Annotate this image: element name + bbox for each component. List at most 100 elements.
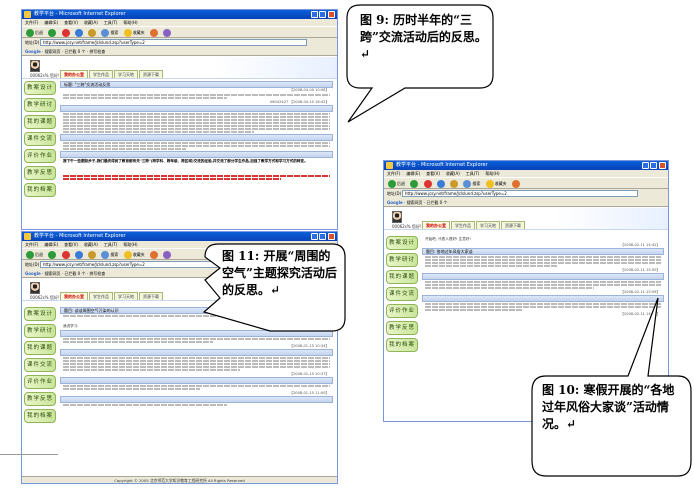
address-input[interactable]: http://www.jcsy.net/frame/Jclslund.zsp?u… xyxy=(40,39,307,46)
menu-help[interactable]: 帮助(H) xyxy=(123,242,137,247)
menu-favorites[interactable]: 收藏(A) xyxy=(84,242,98,247)
sidebar-item-homework[interactable]: 评价作业 xyxy=(386,304,418,318)
menu-edit[interactable]: 编辑(E) xyxy=(44,242,58,247)
close-button[interactable] xyxy=(328,233,335,240)
menu-view[interactable]: 查看(V) xyxy=(426,171,440,176)
menu-tools[interactable]: 工具(T) xyxy=(104,20,118,25)
menu-tools[interactable]: 工具(T) xyxy=(466,171,480,176)
stop-icon[interactable] xyxy=(61,29,70,37)
sidebar-item-archive[interactable]: 我的档案 xyxy=(24,409,56,423)
google-spellcheck[interactable]: 拼写检查 xyxy=(89,271,105,276)
forward-icon[interactable] xyxy=(48,29,57,37)
ie-icon xyxy=(386,162,393,169)
tab-download[interactable]: 资源下载 xyxy=(501,221,525,229)
google-logo: Google xyxy=(387,200,403,205)
sidebar-item-archive[interactable]: 我的档案 xyxy=(386,338,418,352)
tab-download[interactable]: 资源下载 xyxy=(139,70,163,78)
sidebar-item-reflection[interactable]: 教学反思 xyxy=(386,321,418,335)
home-icon[interactable] xyxy=(88,251,97,259)
sidebar-item-courseware[interactable]: 课件交流 xyxy=(24,132,56,146)
back-icon[interactable] xyxy=(388,180,396,188)
favorites-star-icon[interactable] xyxy=(123,29,132,37)
menu-file[interactable]: 文件(F) xyxy=(25,242,38,247)
tab-study[interactable]: 学习天地 xyxy=(476,221,500,229)
mail-icon[interactable] xyxy=(163,29,172,37)
google-search-web[interactable]: 搜索网页 xyxy=(45,49,61,54)
menu-view[interactable]: 查看(V) xyxy=(64,20,78,25)
sidebar-item-reflection[interactable]: 教学反思 xyxy=(24,392,56,406)
sidebar-item-my-topic[interactable]: 我的课题 xyxy=(386,270,418,284)
menu-edit[interactable]: 编辑(E) xyxy=(406,171,420,176)
search-icon[interactable] xyxy=(101,251,110,259)
close-button[interactable] xyxy=(659,162,666,169)
media-icon[interactable] xyxy=(149,251,158,259)
tab-download[interactable]: 资源下载 xyxy=(139,292,163,300)
minimize-button[interactable] xyxy=(311,11,318,18)
search-icon[interactable] xyxy=(101,29,110,37)
refresh-icon[interactable] xyxy=(436,180,445,188)
menu-edit[interactable]: 编辑(E) xyxy=(44,20,58,25)
refresh-icon[interactable] xyxy=(74,29,83,37)
tab-student-work[interactable]: 学生作品 xyxy=(451,221,475,229)
tab-study[interactable]: 学习天地 xyxy=(114,70,138,78)
google-blocked[interactable]: 已拦截 0 个 xyxy=(426,200,447,205)
sidebar-item-courseware[interactable]: 课件交流 xyxy=(24,358,56,372)
tab-office[interactable]: 我的办公室 xyxy=(60,70,88,78)
media-icon[interactable] xyxy=(511,180,520,188)
stop-icon[interactable] xyxy=(423,180,432,188)
post-text-line xyxy=(63,341,214,343)
menu-help[interactable]: 帮助(H) xyxy=(485,171,499,176)
back-icon[interactable] xyxy=(26,251,34,259)
sidebar-item-teaching-discussion[interactable]: 教学研讨 xyxy=(24,98,56,112)
mail-icon[interactable] xyxy=(163,251,172,259)
sidebar-item-lesson-design[interactable]: 教案设计 xyxy=(24,81,56,95)
maximize-button[interactable] xyxy=(319,11,326,18)
menu-file[interactable]: 文件(F) xyxy=(387,171,400,176)
tab-student-work[interactable]: 学生作品 xyxy=(89,292,113,300)
sidebar-item-courseware[interactable]: 课件交流 xyxy=(386,287,418,301)
google-search-web[interactable]: 搜索网页 xyxy=(45,271,61,276)
minimize-button[interactable] xyxy=(642,162,649,169)
menu-help[interactable]: 帮助(H) xyxy=(123,20,137,25)
back-icon[interactable] xyxy=(26,29,34,37)
sidebar-item-reflection[interactable]: 教学反思 xyxy=(24,166,56,180)
media-icon[interactable] xyxy=(149,29,158,37)
sidebar-item-teaching-discussion[interactable]: 教学研讨 xyxy=(386,253,418,267)
tab-office[interactable]: 我的办公室 xyxy=(422,221,450,229)
sidebar-item-archive[interactable]: 我的档案 xyxy=(24,183,56,197)
google-blocked[interactable]: 已拦截 0 个 xyxy=(64,271,85,276)
sidebar-item-teaching-discussion[interactable]: 教学研讨 xyxy=(24,324,56,338)
minimize-button[interactable] xyxy=(311,233,318,240)
google-spellcheck[interactable]: 拼写检查 xyxy=(89,49,105,54)
maximize-button[interactable] xyxy=(650,162,657,169)
forward-icon[interactable] xyxy=(48,251,57,259)
google-search-web[interactable]: 搜索网页 xyxy=(407,200,423,205)
sidebar-item-my-topic[interactable]: 我的课题 xyxy=(24,115,56,129)
sidebar-item-homework[interactable]: 评价作业 xyxy=(24,375,56,389)
reply-header xyxy=(60,377,333,384)
sidebar-item-lesson-design[interactable]: 教案设计 xyxy=(24,307,56,321)
google-blocked[interactable]: 已拦截 0 个 xyxy=(64,49,85,54)
tab-study[interactable]: 学习天地 xyxy=(114,292,138,300)
post-text-line xyxy=(425,287,595,289)
favorites-star-icon[interactable] xyxy=(485,180,494,188)
sidebar-item-homework[interactable]: 评价作业 xyxy=(24,149,56,163)
menu-tools[interactable]: 工具(T) xyxy=(104,242,118,247)
stop-icon[interactable] xyxy=(61,251,70,259)
menu-file[interactable]: 文件(F) xyxy=(25,20,38,25)
search-icon[interactable] xyxy=(463,180,472,188)
menu-view[interactable]: 查看(V) xyxy=(64,242,78,247)
forward-icon[interactable] xyxy=(410,180,419,188)
sidebar-item-lesson-design[interactable]: 教案设计 xyxy=(386,236,418,250)
sidebar-item-my-topic[interactable]: 我的课题 xyxy=(24,341,56,355)
menu-favorites[interactable]: 收藏(A) xyxy=(446,171,460,176)
maximize-button[interactable] xyxy=(319,233,326,240)
menu-favorites[interactable]: 收藏(A) xyxy=(84,20,98,25)
home-icon[interactable] xyxy=(450,180,459,188)
favorites-star-icon[interactable] xyxy=(123,251,132,259)
home-icon[interactable] xyxy=(88,29,97,37)
refresh-icon[interactable] xyxy=(74,251,83,259)
tab-office[interactable]: 我的办公室 xyxy=(60,292,88,300)
tab-student-work[interactable]: 学生作品 xyxy=(89,70,113,78)
address-input[interactable]: http://www.jcsy.net/frame/Jclslund.zsp?u… xyxy=(402,190,638,197)
